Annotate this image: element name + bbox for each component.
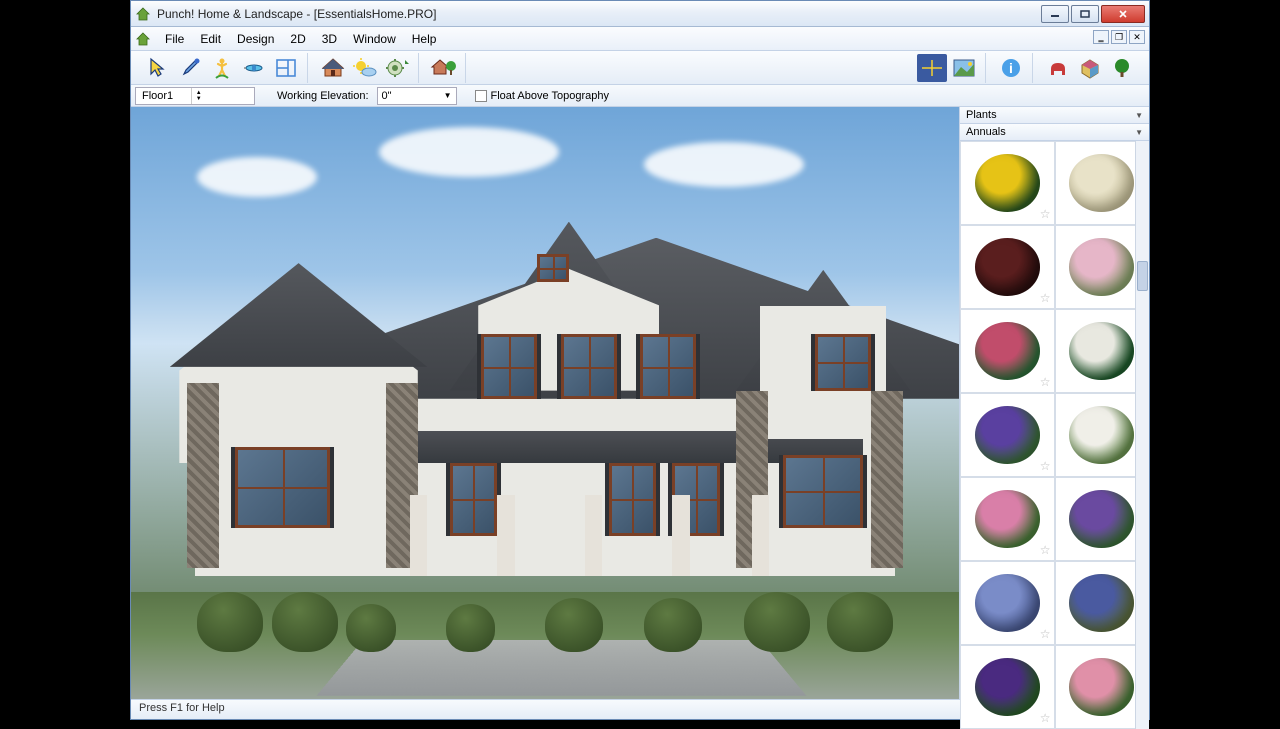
selection-tool-icon[interactable] [143,54,173,82]
weather-tool-icon[interactable] [350,54,380,82]
menu-window[interactable]: Window [345,30,404,48]
library-scrollbar[interactable] [1135,141,1149,729]
plant-item[interactable]: ☆ [960,477,1055,561]
plant-item[interactable]: ☆ [960,141,1055,225]
menu-2d[interactable]: 2D [282,30,313,48]
plant-thumbnail-icon [975,490,1040,547]
plant-thumbnail-icon [975,322,1040,379]
plant-thumbnail-icon [975,574,1040,631]
plant-thumbnail-icon [975,658,1040,715]
viewport-3d[interactable] [131,107,959,699]
window-controls [1041,5,1145,23]
library-category-value: Plants [966,109,997,121]
plants-library-icon[interactable] [1107,54,1137,82]
app-icon [135,6,151,22]
plant-thumbnail-icon [1069,322,1134,379]
library-panel: Plants ▼ Annuals ▼ ☆☆☆☆☆☆☆☆☆☆☆☆☆☆ [959,107,1149,699]
minimize-button[interactable] [1041,5,1069,23]
library-subcategory-selector[interactable]: Annuals ▼ [960,124,1149,141]
statusbar-text: Press F1 for Help [139,702,225,714]
elevation-input[interactable]: 0" ▼ [377,87,457,105]
plant-thumbnail-icon [1069,238,1134,295]
fly-tool-icon[interactable] [239,54,269,82]
mdi-controls: ‗ ❐ ✕ [1093,30,1145,44]
tool-group-view [911,53,986,83]
walk-tool-icon[interactable] [207,54,237,82]
menu-design[interactable]: Design [229,30,282,48]
tool-group-library [1037,53,1143,83]
mdi-minimize-button[interactable]: ‗ [1093,30,1109,44]
menubar: File Edit Design 2D 3D Window Help ‗ ❐ ✕ [131,27,1149,51]
plant-item[interactable]: ☆ [960,645,1055,729]
menu-3d[interactable]: 3D [314,30,345,48]
settings-tool-icon[interactable] [382,54,412,82]
plant-thumbnail-icon [1069,574,1134,631]
plant-thumbnail-icon [975,154,1040,211]
stepper-arrows-icon: ▲▼ [191,88,205,104]
plant-thumbnail-icon [1069,490,1134,547]
chevron-down-icon: ▼ [1135,111,1143,120]
plant-item[interactable]: ☆ [960,561,1055,645]
favorite-star-icon[interactable]: ☆ [1040,459,1051,473]
house-render [131,107,959,699]
library-subcategory-value: Annuals [966,126,1006,138]
tool-group-info: i [990,53,1033,83]
house-tool-icon[interactable] [318,54,348,82]
window-title: Punch! Home & Landscape - [EssentialsHom… [157,7,1041,21]
library-category-selector[interactable]: Plants ▼ [960,107,1149,124]
plant-thumbnail-icon [1069,406,1134,463]
materials-library-icon[interactable] [1075,54,1105,82]
sub-toolbar: Floor1 ▲▼ Working Elevation: 0" ▼ Float … [131,85,1149,107]
app-window: Punch! Home & Landscape - [EssentialsHom… [130,0,1150,720]
favorite-star-icon[interactable]: ☆ [1040,207,1051,221]
favorite-star-icon[interactable]: ☆ [1040,375,1051,389]
float-checkbox-label: Float Above Topography [491,90,609,102]
menu-edit[interactable]: Edit [192,30,229,48]
floor-selector[interactable]: Floor1 ▲▼ [135,87,255,105]
tool-group-select [137,53,308,83]
elevation-value: 0" [382,90,392,102]
favorite-star-icon[interactable]: ☆ [1040,543,1051,557]
plant-item[interactable]: ☆ [960,309,1055,393]
furniture-library-icon[interactable] [1043,54,1073,82]
menu-help[interactable]: Help [404,30,445,48]
dropdown-arrow-icon: ▼ [444,91,452,100]
landscape-house-tool-icon[interactable] [429,54,459,82]
float-checkbox[interactable] [475,90,487,102]
plant-thumbnail-icon [1069,658,1134,715]
close-button[interactable] [1101,5,1145,23]
float-checkbox-wrap[interactable]: Float Above Topography [475,90,609,102]
favorite-star-icon[interactable]: ☆ [1040,291,1051,305]
elevation-label: Working Elevation: [277,90,369,102]
app-menu-icon[interactable] [135,31,151,47]
svg-text:i: i [1009,60,1013,76]
view-render-icon[interactable] [949,54,979,82]
tool-group-landscape [423,53,466,83]
floor-selector-value: Floor1 [136,90,191,102]
favorite-star-icon[interactable]: ☆ [1040,627,1051,641]
content-area: Plants ▼ Annuals ▼ ☆☆☆☆☆☆☆☆☆☆☆☆☆☆ [131,107,1149,699]
plant-thumbnail-icon [975,238,1040,295]
view-plan-icon[interactable] [917,54,947,82]
titlebar: Punch! Home & Landscape - [EssentialsHom… [131,1,1149,27]
maximize-button[interactable] [1071,5,1099,23]
menu-file[interactable]: File [157,30,192,48]
plant-item[interactable]: ☆ [960,393,1055,477]
plant-item[interactable]: ☆ [960,225,1055,309]
mdi-close-button[interactable]: ✕ [1129,30,1145,44]
tool-group-scene [312,53,419,83]
chevron-down-icon: ▼ [1135,128,1143,137]
favorite-star-icon[interactable]: ☆ [1040,711,1051,725]
eyedropper-tool-icon[interactable] [175,54,205,82]
plant-thumbnail-icon [975,406,1040,463]
plant-grid: ☆☆☆☆☆☆☆☆☆☆☆☆☆☆ [960,141,1149,729]
floorplan-tool-icon[interactable] [271,54,301,82]
mdi-restore-button[interactable]: ❐ [1111,30,1127,44]
scrollbar-thumb[interactable] [1137,261,1148,291]
plant-thumbnail-icon [1069,154,1134,211]
main-toolbar: i [131,51,1149,85]
info-icon[interactable]: i [996,54,1026,82]
